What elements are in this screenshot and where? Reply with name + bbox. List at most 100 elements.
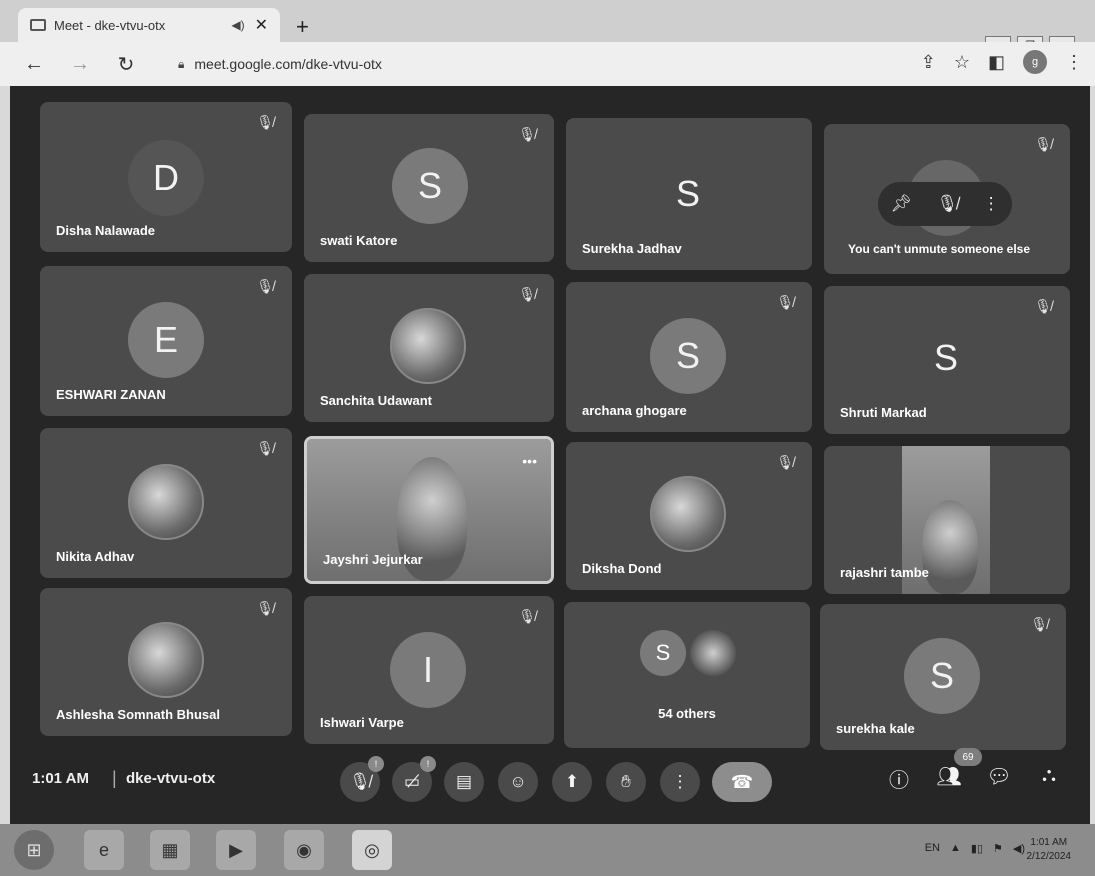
microphone-button[interactable]: 🎙︎̸ ! — [340, 756, 384, 802]
more-options-icon[interactable]: ••• — [522, 453, 537, 469]
participant-tile[interactable]: 🎙︎̸ Nikita Adhav — [40, 428, 292, 578]
participant-name: Ashlesha Somnath Bhusal — [56, 707, 220, 722]
back-arrow-icon[interactable]: ← — [22, 53, 46, 76]
tray-arrow-icon[interactable]: ▲ — [950, 842, 961, 855]
time-separator: | — [112, 768, 117, 788]
address-bar[interactable]: meet.google.com/dke-vtvu-otx — [194, 56, 382, 72]
phone-hangup-icon: ☎︎ — [730, 771, 754, 792]
activities-icon[interactable]: ⛬ — [1034, 764, 1064, 787]
participant-tile[interactable]: 🎙︎̸ Diksha Dond — [566, 442, 812, 590]
present-screen-icon: ⬆ — [564, 772, 580, 791]
participant-name: Ishwari Varpe — [320, 715, 404, 730]
clock-date: 2/12/2024 — [1026, 851, 1072, 862]
participant-avatar: S — [392, 148, 468, 224]
file-explorer-icon[interactable]: ▦ — [150, 830, 190, 870]
chat-icon[interactable]: 💬︎ — [984, 764, 1014, 789]
browser-tab-meet[interactable]: Meet - dke-vtvu-otx ◀) ✕ — [18, 8, 280, 42]
meeting-code: dke-vtvu-otx — [126, 770, 216, 787]
firefox-icon[interactable]: ◉ — [284, 830, 324, 870]
camera-button[interactable]: ▭̸ ! — [392, 756, 436, 802]
people-icon[interactable]: 👥︎ — [934, 764, 964, 789]
internet-explorer-icon[interactable]: e — [84, 830, 124, 870]
more-vert-icon: ⋮ — [671, 772, 689, 791]
participant-photo — [128, 622, 204, 698]
mic-muted-icon: 🎙︎̸ — [1034, 298, 1052, 314]
participant-name: Sanchita Udawant — [320, 393, 432, 408]
language-indicator[interactable]: EN — [925, 842, 940, 855]
participant-photo — [390, 308, 466, 384]
flag-icon[interactable]: ⚑ — [993, 842, 1003, 855]
forward-arrow-icon[interactable]: → — [68, 53, 92, 76]
meeting-info-icon[interactable]: ⓘ — [884, 764, 914, 793]
participant-tile[interactable]: D 🎙︎̸ Disha Nalawade — [40, 102, 292, 252]
participant-name: archana ghogare — [582, 403, 687, 418]
system-clock[interactable]: 1:01 AM 2/12/2024 — [1027, 836, 1072, 864]
reactions-button[interactable]: ☺ — [498, 762, 538, 802]
camera-off-icon: ▭̸ — [403, 772, 421, 791]
network-icon[interactable]: ▮▯ — [971, 842, 983, 855]
mic-muted-icon: 🎙︎̸ — [256, 440, 274, 456]
browser-menu-icon[interactable]: ⋮ — [1065, 52, 1083, 73]
unmute-tooltip: You can't unmute someone else — [848, 242, 1031, 256]
more-options-icon[interactable]: ⋮ — [983, 194, 1000, 214]
participant-tile-hovered[interactable]: 🎙︎̸ 📌︎ 🎙︎̸ ⋮ You can't unmute someone el… — [824, 124, 1070, 274]
captions-icon: ▤ — [455, 772, 473, 791]
participant-tile[interactable]: S 🎙︎̸ Shruti Markad — [824, 286, 1070, 434]
participant-name: ESHWARI ZANAN — [56, 387, 166, 402]
participant-tile[interactable]: I 🎙︎̸ Ishwari Varpe — [304, 596, 554, 744]
media-player-icon[interactable]: ▶ — [216, 830, 256, 870]
close-tab-icon[interactable]: ✕ — [255, 15, 268, 35]
participant-tile[interactable]: S 🎙︎̸ swati Katore — [304, 114, 554, 262]
participant-avatar: D — [128, 140, 204, 216]
participant-tile[interactable]: S 🎙︎̸ archana ghogare — [566, 282, 812, 432]
participant-tile[interactable]: S Surekha Jadhav — [566, 118, 812, 270]
others-tile[interactable]: S 54 others — [564, 602, 810, 748]
participant-tile[interactable]: 🎙︎̸ Ashlesha Somnath Bhusal — [40, 588, 292, 736]
bookmark-star-icon[interactable]: ☆ — [954, 52, 970, 73]
chrome-icon[interactable]: ◎ — [352, 830, 392, 870]
mic-muted-icon: 🎙︎̸ — [518, 608, 536, 624]
present-button[interactable]: ⬆ — [552, 762, 592, 802]
participant-tile[interactable]: 🎙︎̸ Sanchita Udawant — [304, 274, 554, 422]
participant-photo — [650, 476, 726, 552]
side-panel-icon[interactable]: ◧ — [988, 52, 1005, 73]
participant-avatar: S — [650, 318, 726, 394]
profile-avatar[interactable]: g — [1023, 50, 1047, 74]
participant-tile-speaking[interactable]: ••• Jayshri Jejurkar — [304, 436, 554, 584]
participant-name: swati Katore — [320, 233, 398, 248]
meet-favicon-icon — [30, 19, 46, 31]
participant-name: rajashri tambe — [840, 565, 929, 580]
browser-tab-strip: Meet - dke-vtvu-otx ◀) ✕ + ⌄ — ❐ ✕ — [0, 0, 1095, 54]
lock-icon[interactable]: 🔒︎ — [178, 57, 184, 72]
participant-avatar: S — [933, 337, 958, 378]
mute-participant-icon[interactable]: 🎙︎̸ — [936, 194, 958, 214]
participant-tile[interactable]: S 🎙︎̸ surekha kale — [820, 604, 1066, 750]
meet-stage: D 🎙︎̸ Disha Nalawade S 🎙︎̸ swati Katore … — [10, 86, 1090, 824]
system-tray: EN ▲ ▮▯ ⚑ ◀) — [925, 842, 1025, 855]
raise-hand-button[interactable]: ✋︎ — [606, 762, 646, 802]
new-tab-button[interactable]: + — [296, 14, 309, 40]
volume-icon[interactable]: ◀) — [1013, 842, 1025, 855]
mic-muted-icon: 🎙︎̸ — [1030, 616, 1048, 632]
mic-off-icon: 🎙︎̸ — [349, 772, 371, 791]
captions-button[interactable]: ▤ — [444, 762, 484, 802]
participant-photo — [128, 464, 204, 540]
reload-icon[interactable]: ↻ — [114, 52, 138, 77]
mic-muted-icon: 🎙︎̸ — [776, 294, 794, 310]
leave-call-button[interactable]: ☎︎ — [712, 762, 772, 802]
meeting-time: 1:01 AM — [32, 770, 89, 787]
participant-video-person — [922, 500, 978, 594]
emoji-icon: ☺ — [509, 772, 527, 791]
participant-tile[interactable]: E 🎙︎̸ ESHWARI ZANAN — [40, 266, 292, 416]
hand-icon: ✋︎ — [621, 772, 631, 791]
start-button[interactable]: ⊞ — [14, 830, 54, 870]
speaker-icon[interactable]: ◀) — [231, 18, 244, 32]
share-icon[interactable]: ⇪ — [921, 52, 936, 73]
participant-tile[interactable]: rajashri tambe — [824, 446, 1070, 594]
mic-muted-icon: 🎙︎̸ — [256, 114, 274, 130]
clock-time: 1:01 AM — [1030, 837, 1068, 848]
mic-muted-icon: 🎙︎̸ — [256, 278, 274, 294]
pin-icon[interactable]: 📌︎ — [890, 194, 912, 214]
browser-toolbar: ← → ↻ 🔒︎ meet.google.com/dke-vtvu-otx ⇪ … — [0, 42, 1095, 86]
more-options-button[interactable]: ⋮ — [660, 762, 700, 802]
